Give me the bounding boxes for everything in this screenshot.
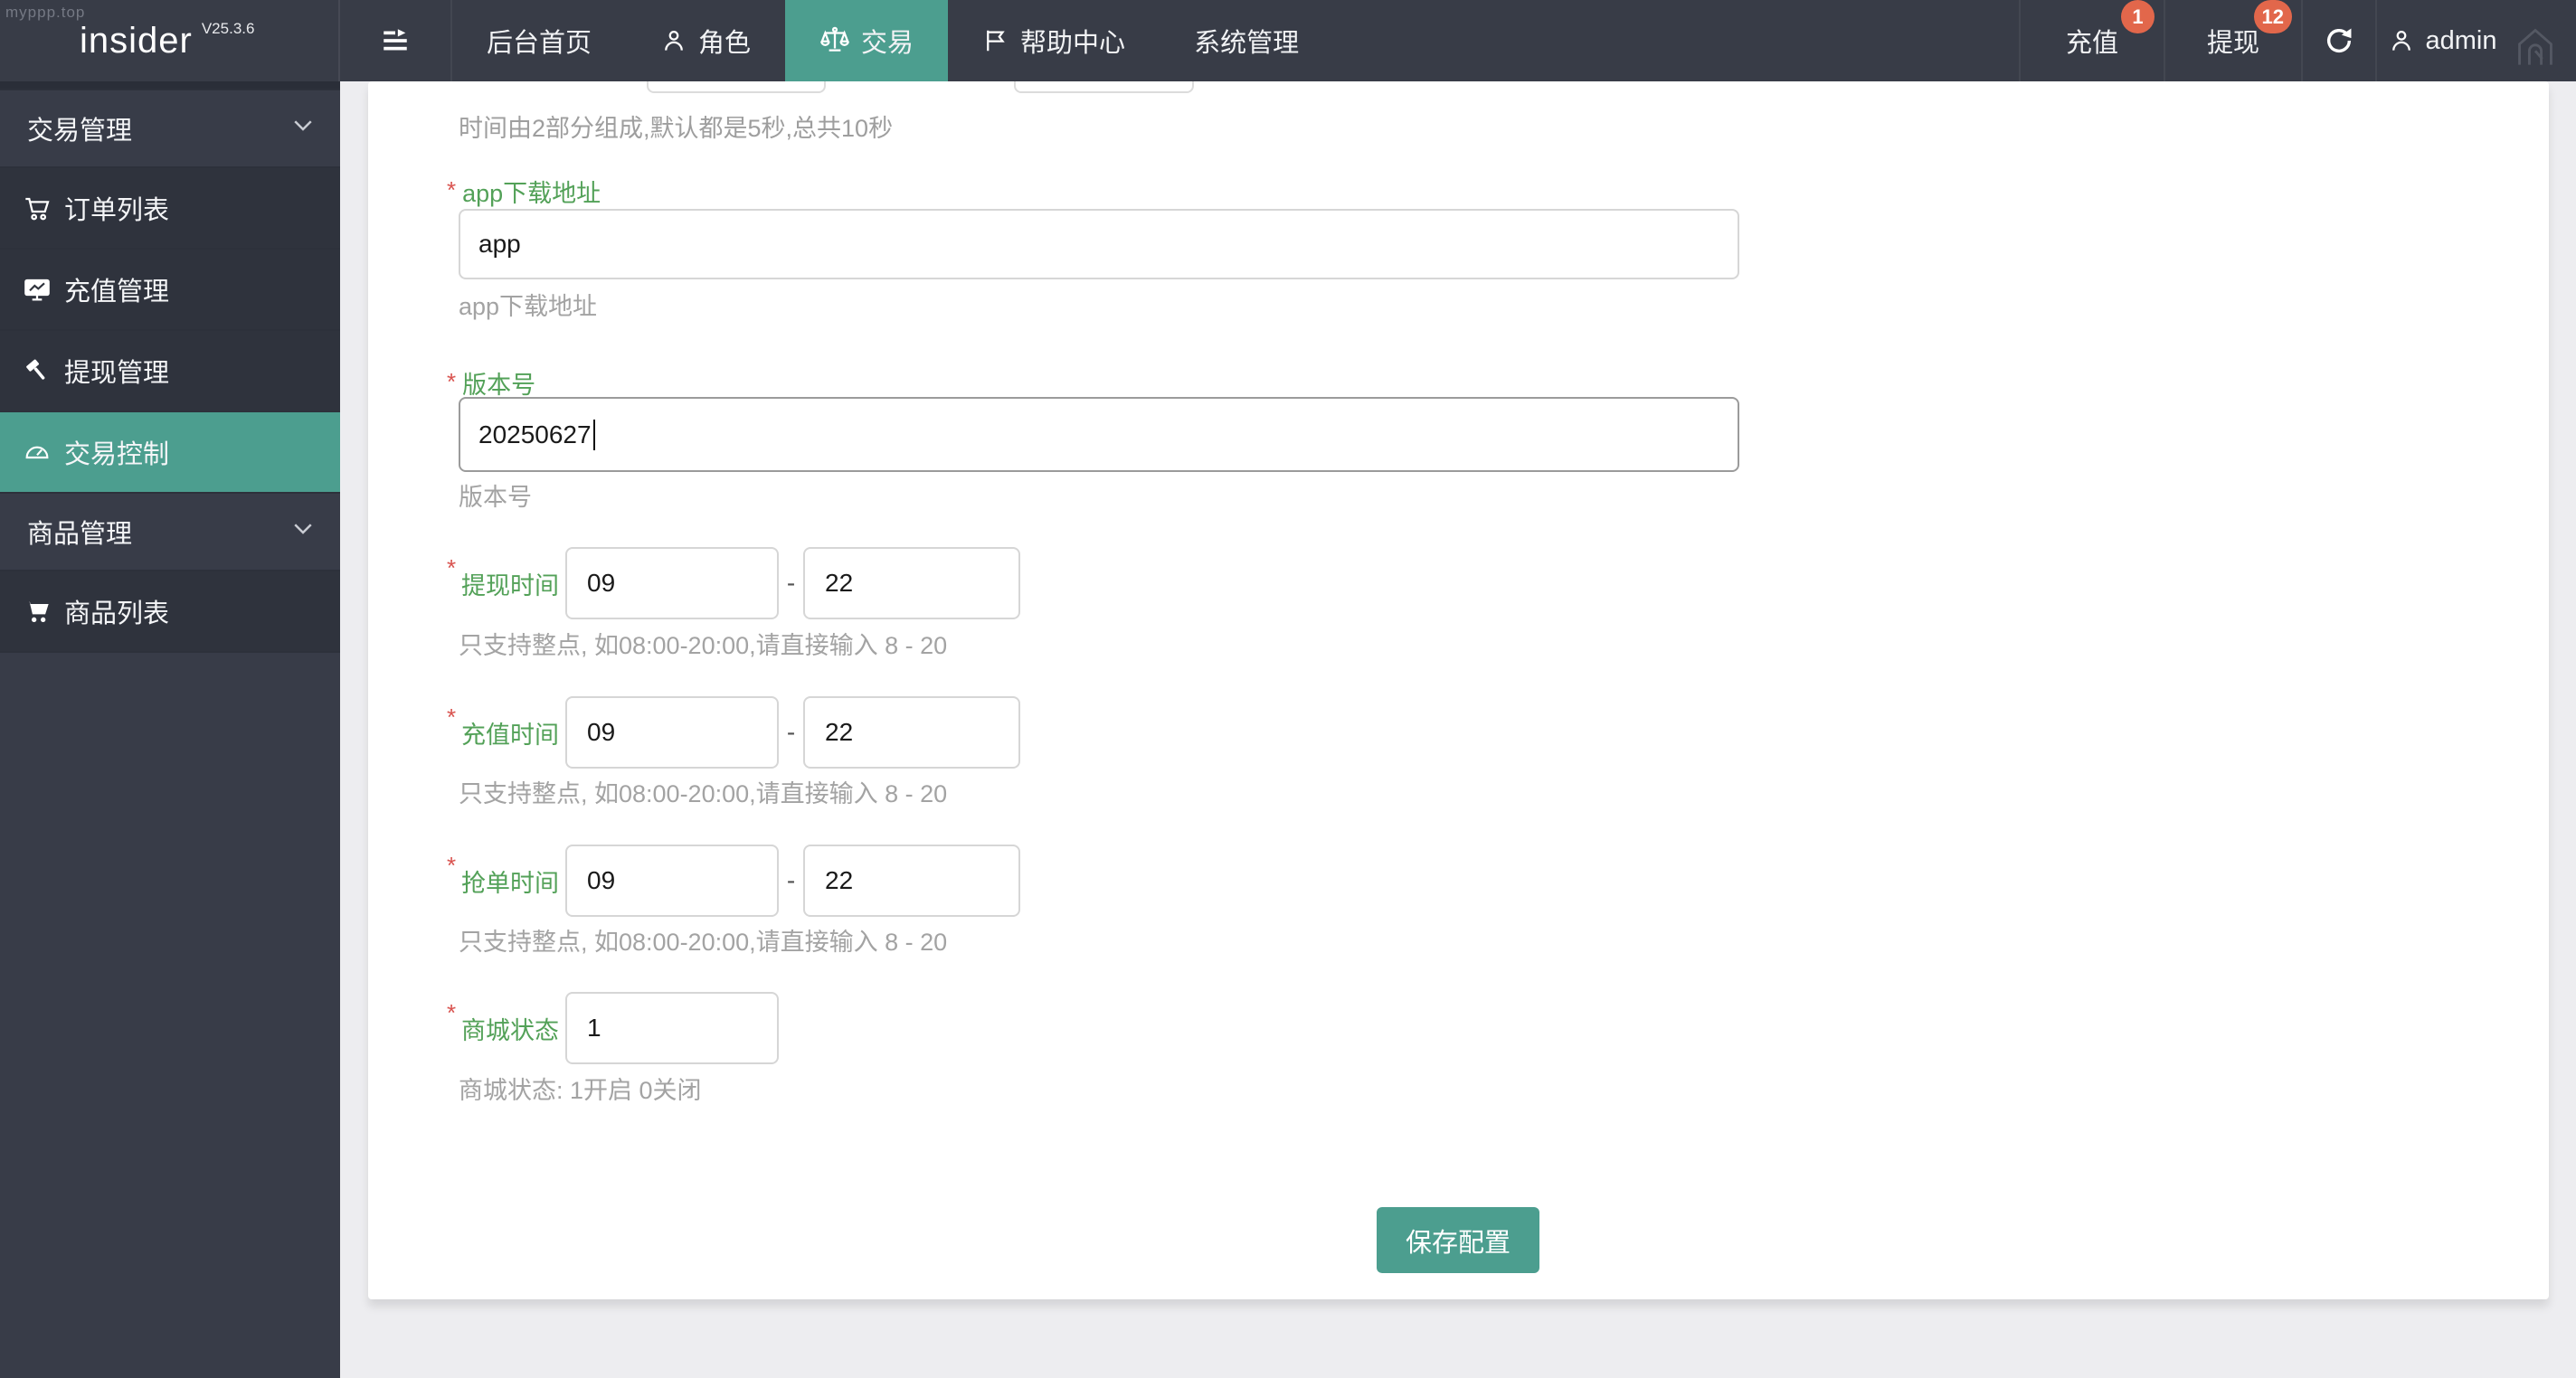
menu-toggle-icon [380, 25, 411, 56]
time-helper-text: 时间由2部分组成,默认都是5秒,总共10秒 [459, 115, 894, 142]
chart-board-icon [23, 275, 52, 304]
sidebar-item-product-list[interactable]: 商品列表 [0, 570, 340, 651]
required-asterisk: * [447, 176, 457, 203]
range-dash: - [786, 569, 796, 597]
required-asterisk: * [447, 368, 457, 395]
refresh-button[interactable] [2301, 0, 2375, 81]
nav-item-help[interactable]: 帮助中心 [948, 0, 1160, 81]
required-asterisk: * [447, 554, 457, 581]
nav-menu: 后台首页 角色 交易 帮助中心 系统管理 [452, 0, 1333, 81]
sidebar-gap [0, 81, 340, 89]
recharge-time-label: * 充值时间 [447, 703, 559, 749]
withdraw-time-to-input[interactable] [803, 547, 1020, 619]
mall-status-row: * 商城状态 [447, 992, 779, 1064]
chevron-down-icon [289, 514, 317, 549]
logo-version: V25.3.6 [201, 20, 255, 37]
mall-status-label: * 商城状态 [447, 999, 559, 1044]
recharge-time-to-input[interactable] [803, 696, 1020, 769]
range-dash: - [786, 718, 796, 746]
user-icon [2388, 27, 2415, 54]
app-url-label: * app下载地址 [447, 176, 601, 207]
mall-status-input[interactable] [565, 992, 779, 1064]
sidebar-item-trade-control[interactable]: 交易控制 [0, 411, 340, 492]
brand-house-icon [2514, 25, 2557, 69]
grab-order-time-to-input[interactable] [803, 845, 1020, 917]
sidebar-item-label: 交易控制 [64, 440, 170, 469]
trade-control-form-panel: 时间由2部分组成,默认都是5秒,总共10秒 *app下载地址 app下载地址 *… [368, 23, 2549, 1299]
recharge-badge: 1 [2121, 0, 2155, 33]
refresh-icon [2324, 25, 2354, 56]
recharge-label: 充值 [2065, 29, 2118, 58]
version-helper: 版本号 [459, 484, 532, 511]
user-icon [660, 27, 687, 54]
nav-item-label: 帮助中心 [1020, 29, 1126, 58]
save-config-button[interactable]: 保存配置 [1377, 1207, 1539, 1273]
scales-icon [819, 25, 850, 56]
withdraw-button[interactable]: 提现 12 [2164, 0, 2301, 81]
withdraw-time-row: * 提现时间 - [447, 547, 1020, 619]
flag-icon [982, 27, 1009, 54]
gavel-icon [23, 356, 52, 385]
sidebar-header-product-management[interactable]: 商品管理 [0, 492, 340, 570]
app-url-helper: app下载地址 [459, 293, 598, 320]
nav-item-label: 角色 [698, 29, 752, 58]
gauge-icon [23, 438, 52, 467]
watermark-text: myppp.top [5, 4, 86, 21]
top-navbar: myppp.top insider V25.3.6 后台首页 角色 交易 帮助中… [0, 0, 2576, 81]
nav-item-trade[interactable]: 交易 [785, 0, 949, 81]
sidebar-item-label: 订单列表 [64, 196, 170, 225]
recharge-button[interactable]: 充值 1 [2019, 0, 2164, 81]
text-cursor [592, 419, 595, 450]
sidebar-item-withdraw-management[interactable]: 提现管理 [0, 329, 340, 411]
sidebar: 交易管理 订单列表 充值管理 提现管理 交易控制 商品管理 商品列表 [0, 81, 340, 1378]
required-asterisk: * [447, 999, 457, 1026]
cart-icon [23, 193, 52, 222]
sidebar-item-label: 充值管理 [64, 278, 170, 307]
sidebar-item-label: 商品列表 [64, 599, 170, 628]
admin-username: admin [2425, 25, 2497, 55]
nav-item-home[interactable]: 后台首页 [452, 0, 626, 81]
recharge-time-from-input[interactable] [565, 696, 779, 769]
version-label: * 版本号 [447, 368, 536, 399]
grab-order-time-helper: 只支持整点, 如08:00-20:00,请直接输入 8 - 20 [459, 929, 948, 956]
required-asterisk: * [447, 852, 457, 879]
nav-item-label: 后台首页 [487, 29, 592, 58]
recharge-time-helper: 只支持整点, 如08:00-20:00,请直接输入 8 - 20 [459, 780, 948, 807]
recharge-time-row: * 充值时间 - [447, 696, 1020, 769]
sidebar-item-recharge-management[interactable]: 充值管理 [0, 248, 340, 329]
sidebar-collapse-button[interactable] [340, 0, 452, 81]
range-dash: - [786, 866, 796, 894]
admin-menu[interactable]: admin [2375, 0, 2576, 81]
nav-item-system[interactable]: 系统管理 [1160, 0, 1333, 81]
sidebar-header-label: 交易管理 [27, 117, 133, 146]
sidebar-item-order-list[interactable]: 订单列表 [0, 166, 340, 248]
withdraw-time-helper: 只支持整点, 如08:00-20:00,请直接输入 8 - 20 [459, 632, 948, 659]
grab-order-time-row: * 抢单时间 - [447, 845, 1020, 917]
withdraw-badge: 12 [2253, 0, 2292, 33]
nav-item-label: 交易 [861, 29, 914, 58]
withdraw-time-label: * 提现时间 [447, 554, 559, 599]
sidebar-item-label: 提现管理 [64, 359, 170, 388]
nav-item-roles[interactable]: 角色 [626, 0, 785, 81]
withdraw-label: 提现 [2206, 29, 2259, 58]
logo-text: insider [80, 20, 193, 61]
version-input[interactable]: 20250627 [459, 397, 1739, 472]
chevron-down-icon [289, 111, 317, 146]
grab-order-time-label: * 抢单时间 [447, 852, 559, 897]
required-asterisk: * [447, 703, 457, 731]
nav-item-label: 系统管理 [1194, 29, 1300, 58]
cart-filled-icon [23, 597, 52, 626]
sidebar-header-label: 商品管理 [27, 520, 133, 549]
mall-status-helper: 商城状态: 1开启 0关闭 [459, 1077, 702, 1104]
app-url-input[interactable] [459, 209, 1739, 279]
withdraw-time-from-input[interactable] [565, 547, 779, 619]
sidebar-header-trade-management[interactable]: 交易管理 [0, 89, 340, 166]
navbar-right: 充值 1 提现 12 admin [2019, 0, 2576, 81]
grab-order-time-from-input[interactable] [565, 845, 779, 917]
